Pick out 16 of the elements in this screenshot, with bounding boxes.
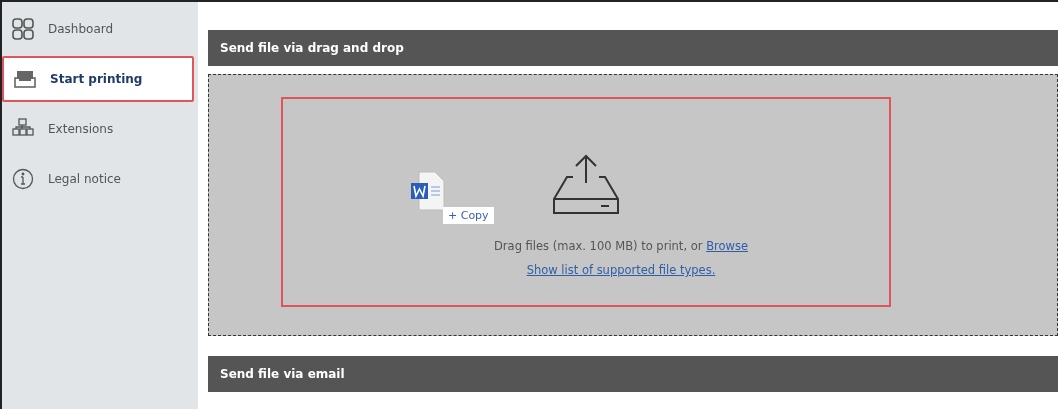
browse-link[interactable]: Browse (706, 239, 748, 253)
upload-icon (551, 153, 621, 217)
printer-icon (14, 70, 36, 88)
word-document-icon (411, 171, 445, 211)
grid-icon (12, 18, 34, 40)
info-icon (12, 168, 34, 190)
sidebar-item[interactable]: Legal notice (2, 156, 198, 202)
drag-instructions: Drag files (max. 100 MB) to print, or Browse (494, 239, 748, 253)
drag-copy-badge: + Copy (443, 207, 494, 224)
sidebar-item[interactable]: Extensions (2, 106, 198, 152)
sidebar-item[interactable]: Dashboard (2, 6, 198, 52)
sidebar-item[interactable]: Start printing (2, 56, 194, 102)
drop-zone[interactable]: + Copy Drag files (max. 100 MB) to print, or Browse Show list of supported file types. (208, 74, 1058, 336)
section-header: Send file via drag and drop (208, 30, 1058, 66)
supported-types-link[interactable]: Show list of supported file types. (526, 263, 716, 277)
section-header: Send file via email (208, 356, 1058, 392)
